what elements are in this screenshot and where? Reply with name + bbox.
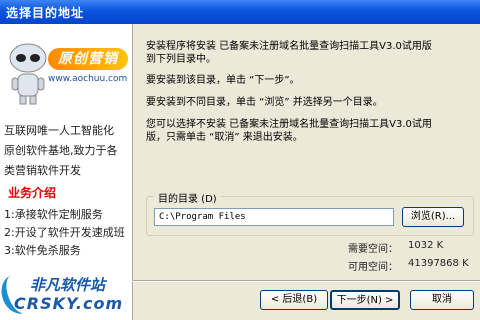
sidebar-service-2: 2:开设了软件开发速成班 bbox=[4, 226, 125, 239]
cancel-button[interactable]: 取消 bbox=[410, 290, 474, 310]
logo-cn: 非凡软件站 bbox=[30, 276, 106, 294]
info-line-1: 安装程序将安装 已备案未注册域名批量查询扫描工具V3.0试用版 bbox=[146, 41, 432, 52]
info-line-5: 您可以选择不安装 已备案未注册域名批量查询扫描工具V3.0试用 bbox=[146, 119, 432, 130]
required-space-value: 1032 K bbox=[408, 240, 444, 251]
available-space-label: 可用空间： bbox=[348, 262, 398, 273]
destination-label: 目的目录 (D) bbox=[154, 190, 221, 205]
installer-window: 选择目的地址 原创营销 www.aochuu.com 互联网唯一人工智能化 原创… bbox=[0, 0, 480, 320]
title-bar: 选择目的地址 bbox=[0, 0, 480, 24]
brand-url: www.aochuu.com bbox=[48, 74, 128, 84]
info-line-2: 到下列目录中。 bbox=[146, 54, 216, 65]
robot-mascot-icon bbox=[9, 43, 47, 105]
required-space-label: 需要空间： bbox=[348, 244, 398, 255]
back-button[interactable]: < 后退(B) bbox=[260, 290, 328, 310]
crsky-logo: 非凡软件站 CRSKY.com bbox=[0, 268, 132, 320]
brand-name: 原创营销 bbox=[48, 48, 128, 70]
sidebar-service-3: 3:软件免杀服务 bbox=[4, 244, 81, 257]
sidebar-line-2: 原创软件基地,致力于各 bbox=[4, 144, 118, 157]
destination-path-input[interactable] bbox=[154, 208, 394, 226]
sidebar-banner: 原创营销 www.aochuu.com 互联网唯一人工智能化 原创软件基地,致力… bbox=[0, 24, 133, 320]
sidebar-service-1: 1:承接软件定制服务 bbox=[4, 208, 103, 221]
logo-en: CRSKY.com bbox=[14, 294, 124, 313]
info-line-6: 版，只需单击 “取消” 来退出安装。 bbox=[146, 132, 303, 143]
info-line-4: 要安装到不同目录，单击 “浏览” 并选择另一个目录。 bbox=[146, 97, 383, 108]
browse-button[interactable]: 浏览(R)... bbox=[402, 207, 464, 227]
available-space-value: 41397868 K bbox=[408, 258, 469, 269]
next-button[interactable]: 下一步(N) > bbox=[330, 290, 400, 310]
sidebar-line-1: 互联网唯一人工智能化 bbox=[4, 124, 114, 137]
info-line-3: 要安装到该目录，单击 “下一步”。 bbox=[146, 75, 300, 86]
sidebar-line-3: 类营销软件开发 bbox=[4, 164, 81, 177]
sidebar-section-title: 业务介绍 bbox=[8, 186, 57, 200]
bottom-divider bbox=[132, 280, 480, 282]
window-title: 选择目的地址 bbox=[6, 5, 85, 20]
